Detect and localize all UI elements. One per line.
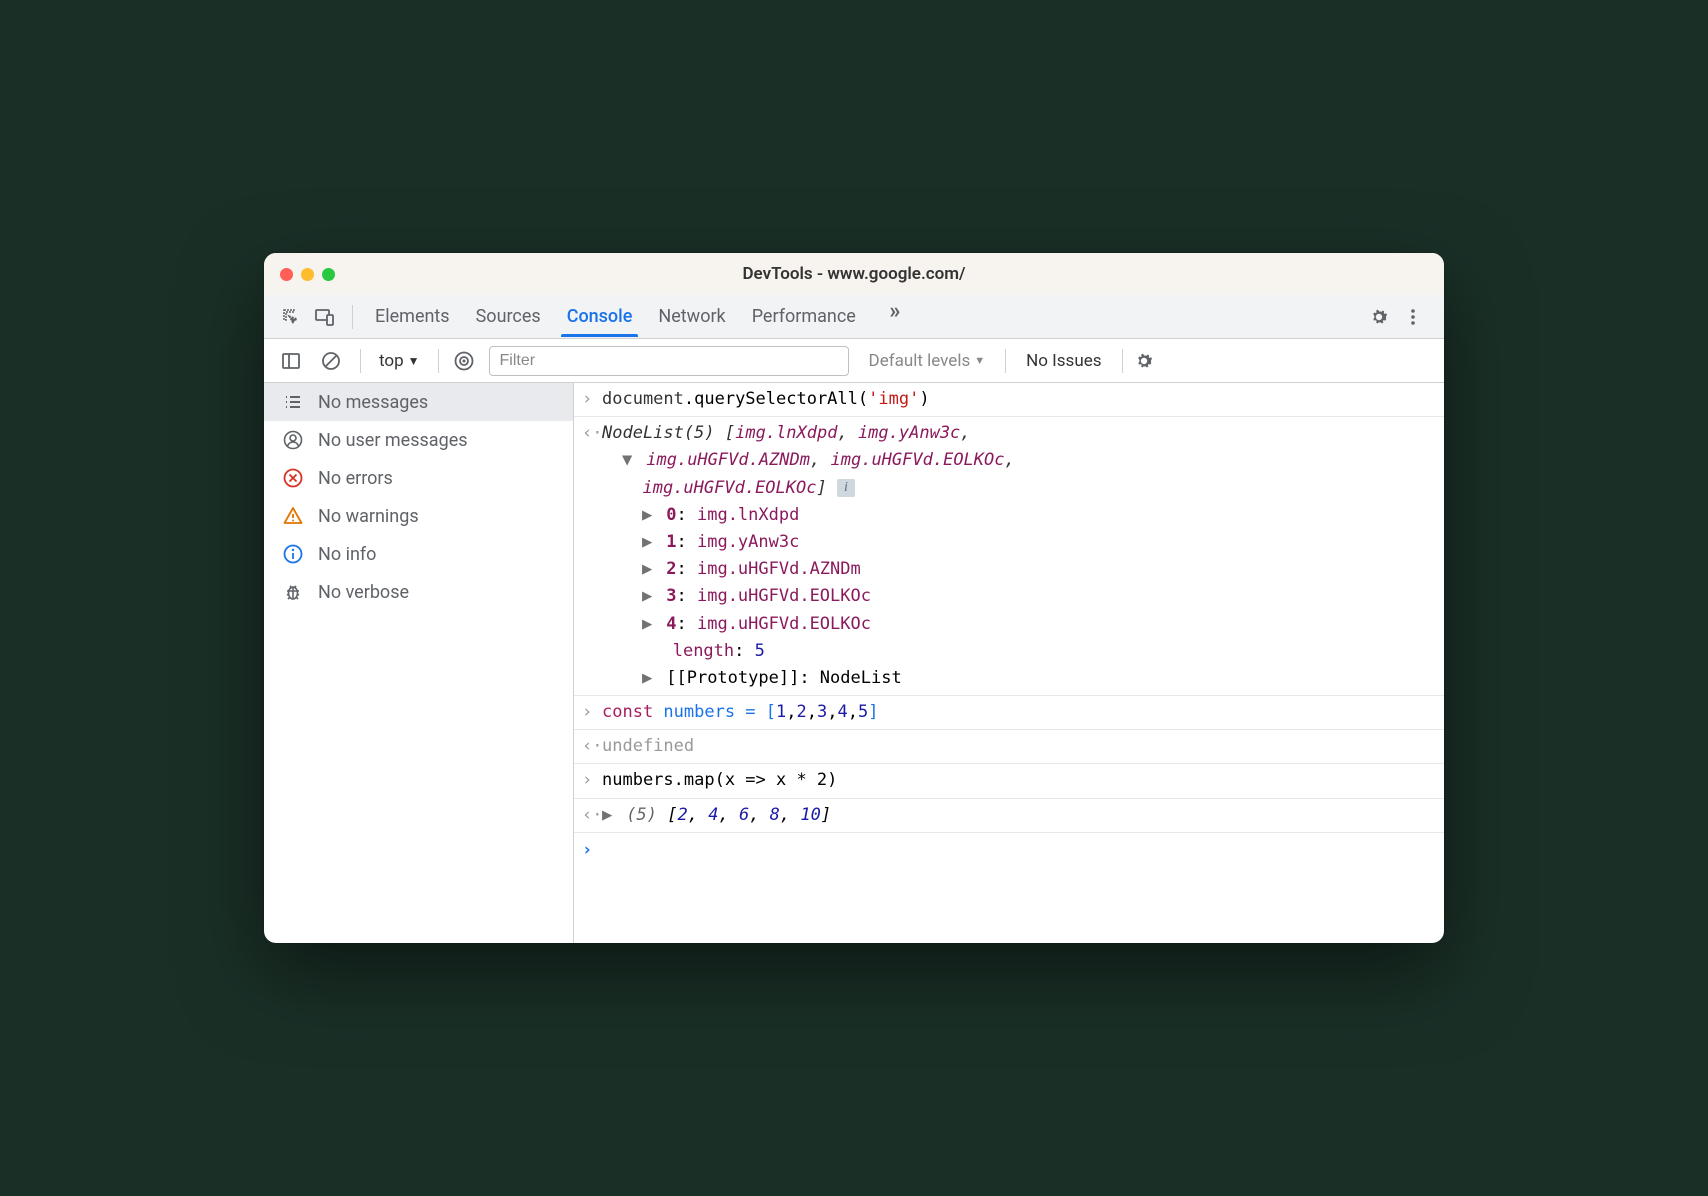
sidebar-label: No verbose [318,582,409,603]
console-settings-icon[interactable] [1129,346,1159,376]
traffic-lights [280,268,335,281]
tab-performance[interactable]: Performance [750,296,858,337]
console-input-row: › numbers.map(x => x * 2) [574,764,1444,798]
sidebar-item-warnings[interactable]: No warnings [264,497,573,535]
expand-triangle-icon[interactable]: ▶ [642,665,656,692]
issues-label[interactable]: No Issues [1012,351,1115,371]
content-area: No messages No user messages No errors N… [264,383,1444,943]
array-result[interactable]: ▶ (5) [2, 4, 6, 8, 10] [602,802,1438,829]
tab-elements[interactable]: Elements [373,296,452,337]
console-prompt[interactable]: › [574,833,1444,868]
message-sidebar: No messages No user messages No errors N… [264,383,574,943]
settings-icon[interactable] [1364,302,1394,332]
context-label: top [379,351,404,371]
user-icon [282,429,304,451]
sidebar-item-messages[interactable]: No messages [264,383,573,421]
expand-triangle-icon[interactable]: ▶ [602,802,616,829]
info-icon [282,543,304,565]
list-icon [282,391,304,413]
filter-input[interactable] [489,346,849,376]
tab-console[interactable]: Console [565,296,635,337]
panel-tabs: Elements Sources Console Network Perform… [373,296,1364,337]
inspect-element-icon[interactable] [276,302,306,332]
console-expression[interactable]: document.querySelectorAll('img') [602,386,1438,413]
sidebar-label: No errors [318,468,393,489]
input-caret-icon: › [582,767,602,794]
output-caret-icon: ‹· [582,420,602,692]
window-title: DevTools - www.google.com/ [742,264,965,284]
chevron-down-icon: ▼ [408,354,420,368]
info-badge-icon[interactable]: i [837,479,855,497]
expand-triangle-icon[interactable]: ▶ [642,529,656,556]
devtools-window: DevTools - www.google.com/ Elements Sour… [264,253,1444,943]
console-input-row: › const numbers = [1,2,3,4,5] [574,696,1444,730]
sidebar-label: No info [318,544,376,565]
sidebar-item-info[interactable]: No info [264,535,573,573]
undefined-result: undefined [602,736,694,756]
output-caret-icon: ‹· [582,802,602,829]
error-icon [282,467,304,489]
sidebar-item-errors[interactable]: No errors [264,459,573,497]
sidebar-item-user-messages[interactable]: No user messages [264,421,573,459]
main-toolbar: Elements Sources Console Network Perform… [264,295,1444,339]
live-expression-icon[interactable] [449,346,479,376]
console-output-row: ‹· ▶ (5) [2, 4, 6, 8, 10] [574,799,1444,833]
nodelist-result[interactable]: NodeList(5) [img.lnXdpd, img.yAnw3c, ▼ i… [602,420,1438,692]
expand-triangle-icon[interactable]: ▶ [642,556,656,583]
sidebar-label: No user messages [318,430,468,451]
clear-console-icon[interactable] [316,346,346,376]
sidebar-item-verbose[interactable]: No verbose [264,573,573,611]
console-input-row: › document.querySelectorAll('img') [574,383,1444,417]
expand-triangle-icon[interactable]: ▶ [642,611,656,638]
prompt-caret-icon: › [582,840,592,860]
log-levels-selector[interactable]: Default levels ▼ [855,351,1000,371]
bug-icon [282,581,304,603]
close-window-button[interactable] [280,268,293,281]
minimize-window-button[interactable] [301,268,314,281]
input-caret-icon: › [582,699,602,726]
warning-icon [282,505,304,527]
levels-label: Default levels [869,351,971,371]
tab-sources[interactable]: Sources [474,296,543,337]
more-tabs-icon[interactable]: » [880,296,910,326]
expand-triangle-icon[interactable]: ▶ [642,583,656,610]
titlebar: DevTools - www.google.com/ [264,253,1444,295]
console-output: › document.querySelectorAll('img') ‹· No… [574,383,1444,943]
tab-network[interactable]: Network [656,296,727,337]
context-selector[interactable]: top ▼ [371,351,428,371]
toggle-sidebar-icon[interactable] [276,346,306,376]
maximize-window-button[interactable] [322,268,335,281]
console-expression[interactable]: numbers.map(x => x * 2) [602,767,1438,794]
device-toolbar-icon[interactable] [310,302,340,332]
sidebar-label: No warnings [318,506,419,527]
more-options-icon[interactable] [1398,302,1428,332]
console-output-row: ‹· undefined [574,730,1444,764]
expand-triangle-icon[interactable]: ▶ [642,502,656,529]
sidebar-label: No messages [318,392,428,413]
expand-triangle-icon[interactable]: ▼ [622,447,636,474]
output-caret-icon: ‹· [582,733,602,760]
console-expression[interactable]: const numbers = [1,2,3,4,5] [602,699,1438,726]
console-toolbar: top ▼ Default levels ▼ No Issues [264,339,1444,383]
chevron-down-icon: ▼ [974,354,985,367]
input-caret-icon: › [582,386,602,413]
console-output-row: ‹· NodeList(5) [img.lnXdpd, img.yAnw3c, … [574,417,1444,696]
